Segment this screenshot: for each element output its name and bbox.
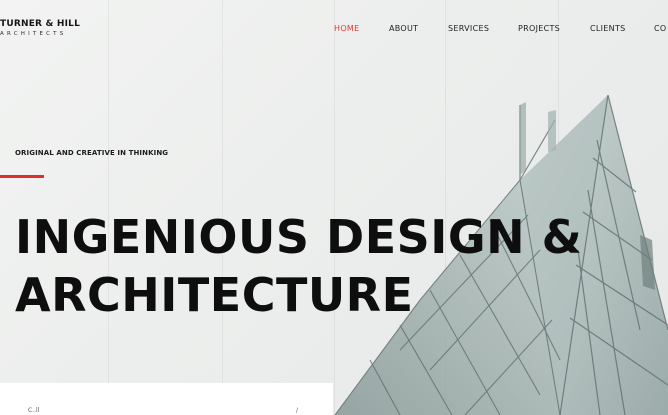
nav-clients[interactable]: CLIENTS <box>590 24 626 33</box>
hero-title-line2: ARCHITECTURE <box>15 268 414 322</box>
nav-projects[interactable]: PROJECTS <box>518 24 560 33</box>
hero-title-line1: INGENIOUS DESIGN & <box>15 210 583 264</box>
panel-text: C..ll <box>28 407 40 414</box>
accent-divider <box>0 175 44 178</box>
nav-services[interactable]: SERVICES <box>448 24 489 33</box>
hero-subtitle: ORIGINAL AND CREATIVE IN THINKING <box>15 149 169 157</box>
hero-section: TURNER & HILL ARCHITECTS HOME ABOUT SERV… <box>0 0 668 415</box>
nav-about[interactable]: ABOUT <box>389 24 418 33</box>
content-panel <box>0 383 333 415</box>
nav-home[interactable]: HOME <box>334 24 359 33</box>
main-nav: HOME ABOUT SERVICES PROJECTS CLIENTS CO <box>0 24 668 36</box>
hero-title: INGENIOUS DESIGN & ARCHITECTURE <box>15 208 582 324</box>
panel-mark: / <box>296 407 299 414</box>
nav-contact[interactable]: CO <box>654 24 666 33</box>
